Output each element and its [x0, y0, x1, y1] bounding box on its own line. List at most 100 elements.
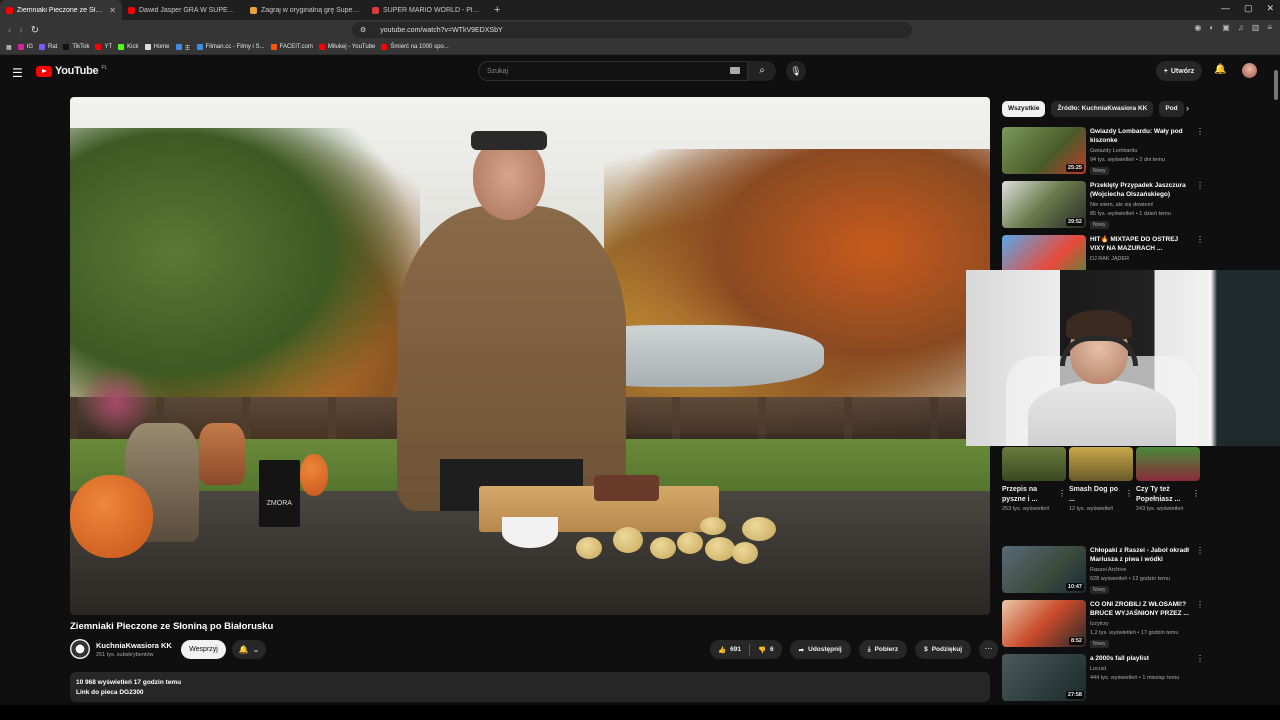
bookmark-item[interactable]: 王 [175, 43, 191, 52]
sidebar-icon[interactable]: ▥ [1252, 23, 1260, 32]
browser-tab[interactable]: SUPER MARIO WORLD - Play the re [366, 0, 488, 20]
bookmark-item[interactable]: Milukej - YouTube [318, 44, 375, 50]
window-controls: — ▢ ✕ [1221, 3, 1274, 14]
browser-tab[interactable]: Dawid Jasper GRA W SUPER MARIO [122, 0, 244, 20]
youtube-play-icon [36, 65, 52, 77]
tab-title: SUPER MARIO WORLD - Play the re [383, 6, 482, 14]
recommendation-item[interactable]: 27:58 a 2000s fall playlist Locust 444 t… [1002, 654, 1204, 704]
recommendation-item[interactable]: 8:52 CO ONI ZROBILI Z WŁOSAMI!? BRUCE WY… [1002, 600, 1204, 650]
dislike-button[interactable]: 👎 6 [750, 646, 782, 654]
youtube-logo[interactable]: YouTube PL [36, 65, 107, 77]
new-tab-button[interactable]: + [494, 4, 500, 16]
youtube-header: ☰ YouTube PL Szukaj ⌕ 🎙 + Utwórz 🔔 [0, 56, 1280, 88]
bookmark-item[interactable]: FACEIT.com [270, 44, 313, 50]
rec-title: Gwiazdy Lombardu: Wały pod kiszonke [1090, 128, 1183, 144]
reload-icon[interactable]: ↻ [31, 25, 39, 36]
short-item[interactable]: Przepis na pyszne i ... 253 tys. wyświet… [1002, 447, 1066, 513]
chip-all[interactable]: Wszystkie [1002, 101, 1046, 117]
forward-icon[interactable]: › [19, 25, 22, 36]
bookmark-item[interactable]: TikTok [63, 44, 89, 50]
browser-tab[interactable]: Zagraj w oryginalną grę Super Mario [244, 0, 366, 20]
shorts-row: Przepis na pyszne i ... 253 tys. wyświet… [1002, 447, 1202, 531]
video-player[interactable]: ZMORA [70, 97, 990, 615]
site-info-icon[interactable]: ⚙ [360, 26, 366, 34]
create-button[interactable]: + Utwórz [1156, 61, 1202, 81]
address-bar[interactable]: ⚙ youtube.com/watch?v=WTkV9EDXSbY [352, 22, 912, 38]
notifications-bell-icon[interactable]: 🔔 [1214, 64, 1226, 75]
thumbnail: 10:47 [1002, 546, 1086, 593]
more-actions-icon[interactable]: ⋯ [979, 640, 999, 659]
thumbnail: 25:25 [1002, 127, 1086, 174]
extension-icon[interactable]: ▣ [1222, 23, 1230, 32]
rec-title: CO ONI ZROBILI Z WŁOSAMI!? BRUCE WYJAŚNI… [1090, 601, 1189, 617]
support-button[interactable]: Wesprzyj [181, 640, 226, 659]
short-item[interactable]: Smash Dog po ... 12 tys. wyświetleń ⋮ [1069, 447, 1133, 513]
channel-name[interactable]: KuchniaKwasiora KK [96, 641, 172, 650]
rec-meta: 94 tys. wyświetleń • 2 dni temu [1090, 157, 1165, 163]
description-box[interactable]: 10 968 wyświetleń 17 godzin temu Link do… [70, 672, 990, 702]
short-thumbnail [1069, 447, 1133, 481]
hamburger-menu-icon[interactable]: ☰ [12, 66, 23, 80]
rec-title: Chłopaki z Raszei - Jabol okradł Mariusz… [1090, 547, 1189, 563]
more-options-icon[interactable]: ⋮ [1196, 546, 1204, 555]
account-avatar[interactable] [1242, 63, 1257, 78]
rec-channel: Gwiazdy Lombardu [1090, 148, 1138, 154]
search-button[interactable]: ⌕ [748, 61, 776, 81]
more-options-icon[interactable]: ⋮ [1196, 600, 1204, 609]
chip-channel[interactable]: Źródło: KuchniaKwasiora KK [1051, 101, 1154, 117]
bookmark-icon [196, 44, 203, 50]
more-options-icon[interactable]: ⋮ [1058, 489, 1066, 498]
tab-title: Dawid Jasper GRA W SUPER MARIO [139, 6, 238, 14]
game-favicon-icon [250, 6, 257, 14]
extension-icon[interactable]: ◉ [1194, 23, 1201, 32]
browser-tab[interactable]: Ziemniaki Pieczone ze Słonin ✕ [0, 0, 122, 20]
download-button[interactable]: ⤓ Pobierz [858, 640, 908, 659]
tab-title: Zagraj w oryginalną grę Super Mario [261, 6, 360, 14]
bookmark-item[interactable]: YT [95, 44, 112, 50]
more-options-icon[interactable]: ⋮ [1125, 489, 1133, 498]
close-tab-icon[interactable]: ✕ [109, 6, 116, 15]
close-window-icon[interactable]: ✕ [1266, 3, 1274, 14]
like-button[interactable]: 👍 691 [710, 646, 749, 654]
minimize-icon[interactable]: — [1221, 3, 1230, 14]
music-icon[interactable]: ♫ [1238, 23, 1244, 32]
thanks-button[interactable]: $ Podziękuj [915, 640, 972, 659]
more-options-icon[interactable]: ⋮ [1196, 654, 1204, 663]
more-options-icon[interactable]: ⋮ [1196, 127, 1204, 136]
bookmark-item[interactable]: Home [144, 44, 170, 50]
apps-icon[interactable]: ▦ [6, 44, 12, 51]
menu-icon[interactable]: ≡ [1267, 23, 1272, 32]
recommendation-item[interactable]: 39:52 Przeklęty Przypadek Jaszczura (Woj… [1002, 181, 1204, 231]
rec-meta: 444 tys. wyświetleń • 1 miesiąc temu [1090, 675, 1180, 681]
more-options-icon[interactable]: ⋮ [1192, 489, 1200, 498]
chevron-right-icon[interactable]: › [1186, 103, 1189, 113]
bookmark-item[interactable]: Kick [118, 44, 139, 50]
short-thumbnail [1002, 447, 1066, 481]
bookmark-item[interactable]: Śmierć na 1000 spo... [381, 44, 449, 50]
bookmark-item[interactable]: Filman.cc - Filmy i S... [196, 44, 265, 50]
youtube-icon [95, 44, 102, 50]
search-input[interactable]: Szukaj [478, 61, 748, 81]
video-actions: 👍 691 👎 6 ➦ Udostępnij ⤓ Pobierz $ Podziękuj … [710, 640, 999, 659]
short-item[interactable]: Czy Ty też Popełniasz ... 243 tys. wyświ… [1136, 447, 1200, 513]
more-options-icon[interactable]: ⋮ [1196, 181, 1204, 190]
more-options-icon[interactable]: ⋮ [1196, 235, 1204, 244]
channel-avatar[interactable] [70, 639, 90, 659]
recommendation-item[interactable]: 10:47 Chłopaki z Raszei - Jabol okradł M… [1002, 546, 1204, 596]
back-icon[interactable]: ‹ [8, 25, 11, 36]
bookmark-icon [175, 44, 182, 50]
maximize-icon[interactable]: ▢ [1244, 3, 1253, 14]
extension-icon[interactable]: ◐ [1209, 23, 1214, 32]
page-scrollbar[interactable] [1274, 60, 1278, 695]
recommendation-item[interactable]: 25:25 Gwiazdy Lombardu: Wały pod kiszonk… [1002, 127, 1204, 177]
bookmark-item[interactable]: Rat [39, 44, 57, 50]
bag-label: ZMORA [258, 459, 300, 527]
subscription-bell-button[interactable]: 🔔 ⌄ [232, 640, 266, 659]
bookmark-item[interactable]: IG [17, 44, 33, 50]
video-title: Ziemniaki Pieczone ze Słoniną po Białoru… [70, 621, 274, 632]
voice-search-button[interactable]: 🎙 [786, 61, 806, 81]
rec-meta: 85 tys. wyświetleń • 1 dzień temu [1090, 211, 1171, 217]
keyboard-icon[interactable] [730, 67, 740, 74]
share-button[interactable]: ➦ Udostępnij [789, 640, 851, 659]
chip-related[interactable]: Pod [1159, 101, 1184, 117]
